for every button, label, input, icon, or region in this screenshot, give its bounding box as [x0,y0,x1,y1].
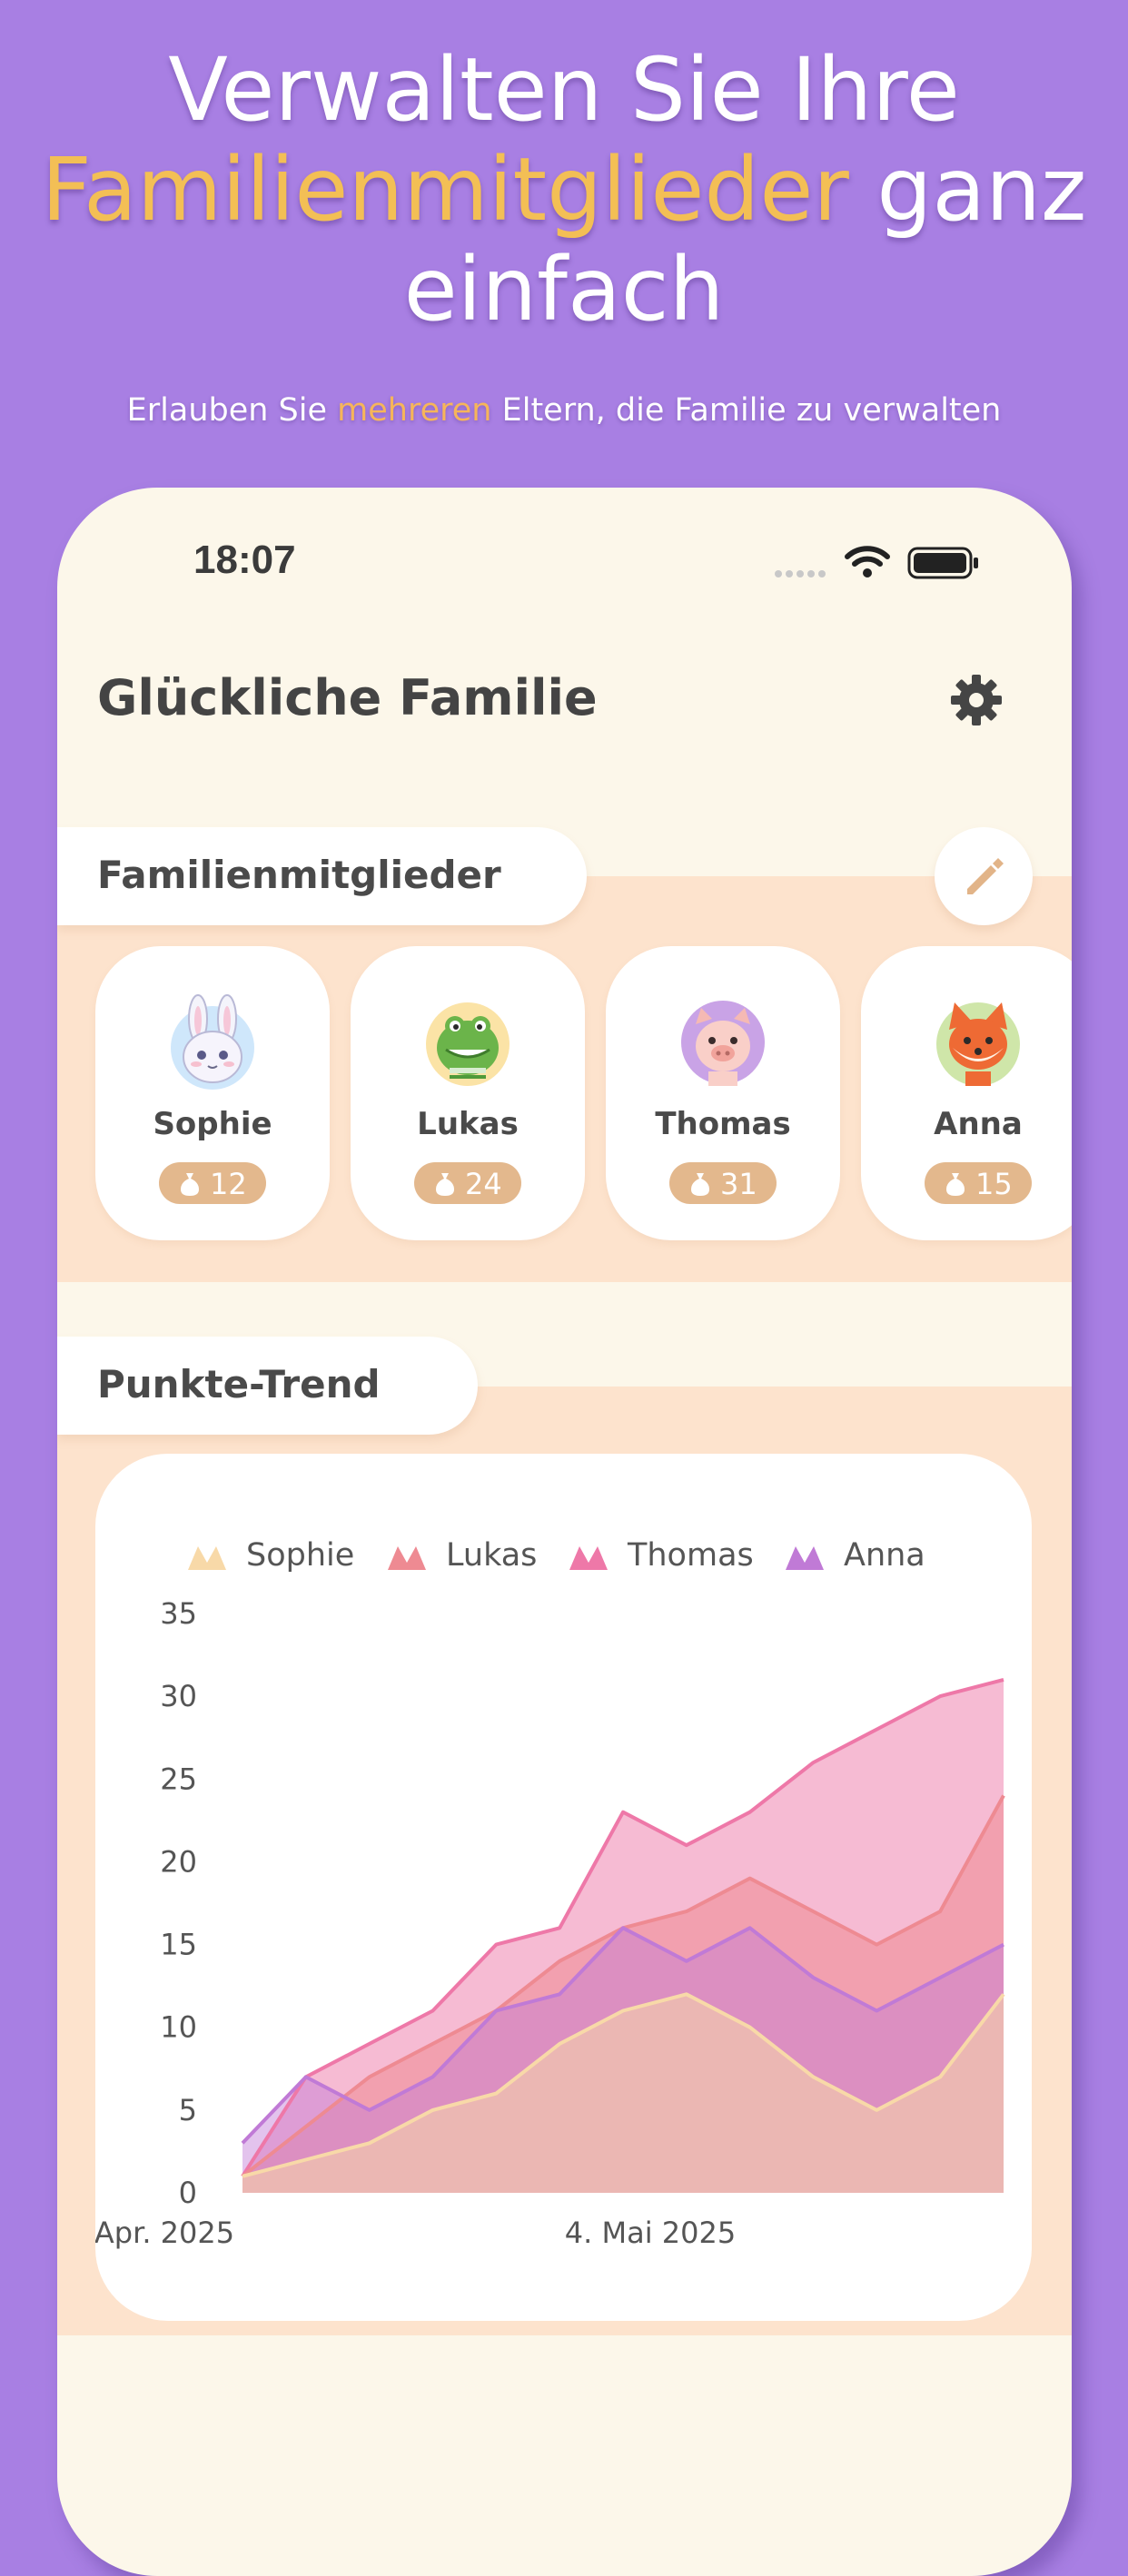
pig-avatar-icon [668,988,777,1097]
gear-icon [951,675,1002,725]
points-badge: 24 [414,1162,521,1204]
member-name: Anna [934,1106,1023,1142]
member-card-thomas[interactable]: Thomas 31 [606,946,840,1240]
status-time: 18:07 [193,538,296,582]
y-tick-label: 25 [160,1762,197,1796]
member-card-lukas[interactable]: Lukas 24 [351,946,585,1240]
member-card-anna[interactable]: Anna 15 [861,946,1072,1240]
y-tick-label: 15 [160,1928,197,1962]
app-title: Glückliche Familie [97,669,598,726]
trend-chart: 0 5 10 15 20 25 30 35 Apr. 2025 4. Mai 2025 [95,1596,1005,2250]
headline-line-2: Familienmitglieder ganz [0,140,1128,240]
headline-highlight: Familienmitglieder [41,139,849,241]
headline-line-3: einfach [403,239,725,341]
members-section-header: Familienmitglieder [57,827,587,925]
headline-line-2-rest: ganz [848,139,1087,241]
bunny-avatar-icon [158,988,267,1097]
headline-line-1: Verwalten Sie Ihre [168,39,960,141]
y-tick-label: 35 [160,1596,197,1631]
members-section-title: Familienmitglieder [97,853,501,897]
points-badge: 15 [925,1162,1032,1204]
members-list: Sophie 12 Lukas 24 Thomas 31 Anna 15 [95,946,1072,1240]
edit-members-button[interactable] [935,827,1033,925]
money-bag-icon [946,1173,965,1196]
points-value: 12 [210,1167,247,1201]
battery-icon [907,547,978,579]
points-value: 31 [720,1167,757,1201]
promo-headline: Verwalten Sie Ihre Familienmitglieder ga… [0,40,1128,340]
money-bag-icon [436,1173,454,1196]
money-bag-icon [181,1173,199,1196]
points-value: 15 [975,1167,1013,1201]
subline-pre: Erlauben Sie [126,392,338,429]
subline-post: Eltern, die Familie zu verwalten [491,392,1002,429]
points-badge: 31 [669,1162,777,1204]
money-bag-icon [691,1173,709,1196]
wifi-icon [845,546,890,577]
y-tick-label: 20 [160,1844,197,1879]
x-tick-label: 4. Mai 2025 [565,2216,736,2250]
member-card-sophie[interactable]: Sophie 12 [95,946,330,1240]
x-tick-label: Apr. 2025 [95,2216,234,2250]
pencil-icon [967,858,1004,894]
member-name: Thomas [655,1106,791,1142]
trend-section-header: Punkte-Trend [57,1337,478,1435]
signal-icon [775,564,829,581]
y-tick-label: 5 [179,2093,197,2127]
trend-section-title: Punkte-Trend [97,1362,381,1406]
crocodile-avatar-icon [413,988,522,1097]
points-badge: 12 [159,1162,266,1204]
trend-chart-card: Sophie Lukas Thomas Anna 0 5 10 15 20 25 30 35 A… [95,1454,1032,2321]
phone-screen: 18:07 Glückliche Familie Familienmitglie… [57,488,1072,2576]
y-tick-label: 10 [160,2010,197,2045]
y-tick-label: 30 [160,1679,197,1713]
member-name: Sophie [153,1106,272,1142]
settings-button[interactable] [947,671,1005,729]
fox-avatar-icon [924,988,1033,1097]
member-name: Lukas [417,1106,519,1142]
y-tick-label: 0 [179,2176,197,2210]
subline-highlight: mehreren [337,392,492,429]
promo-subline: Erlauben Sie mehreren Eltern, die Famili… [0,389,1128,432]
points-value: 24 [465,1167,502,1201]
